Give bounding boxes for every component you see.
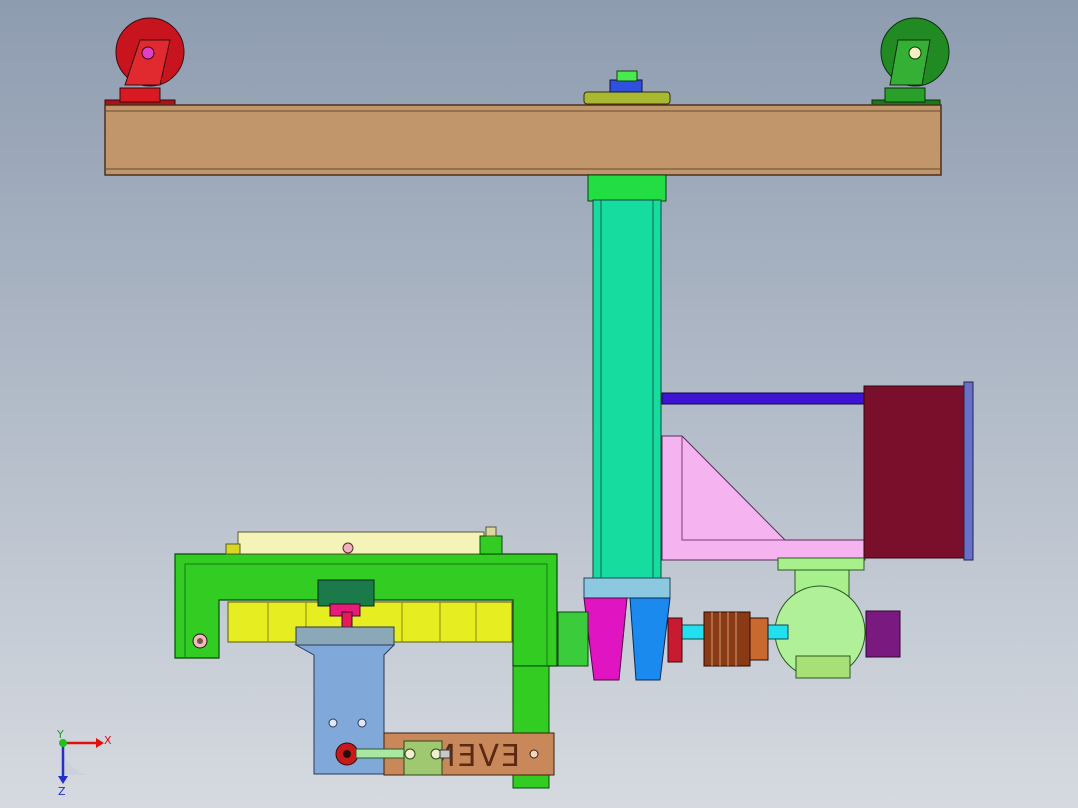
x-axis-label: X xyxy=(104,734,112,747)
cad-viewport[interactable]: EVEN X Y Z xyxy=(0,0,1078,808)
top-beam[interactable] xyxy=(104,104,942,176)
y-axis-label: Y xyxy=(56,728,64,741)
z-axis-label: Z xyxy=(58,785,66,798)
tie-rod[interactable] xyxy=(661,392,865,405)
vertical-column[interactable] xyxy=(587,174,667,581)
model-canvas[interactable]: EVEN X Y Z xyxy=(0,0,1078,808)
drive-motor[interactable] xyxy=(863,381,974,561)
